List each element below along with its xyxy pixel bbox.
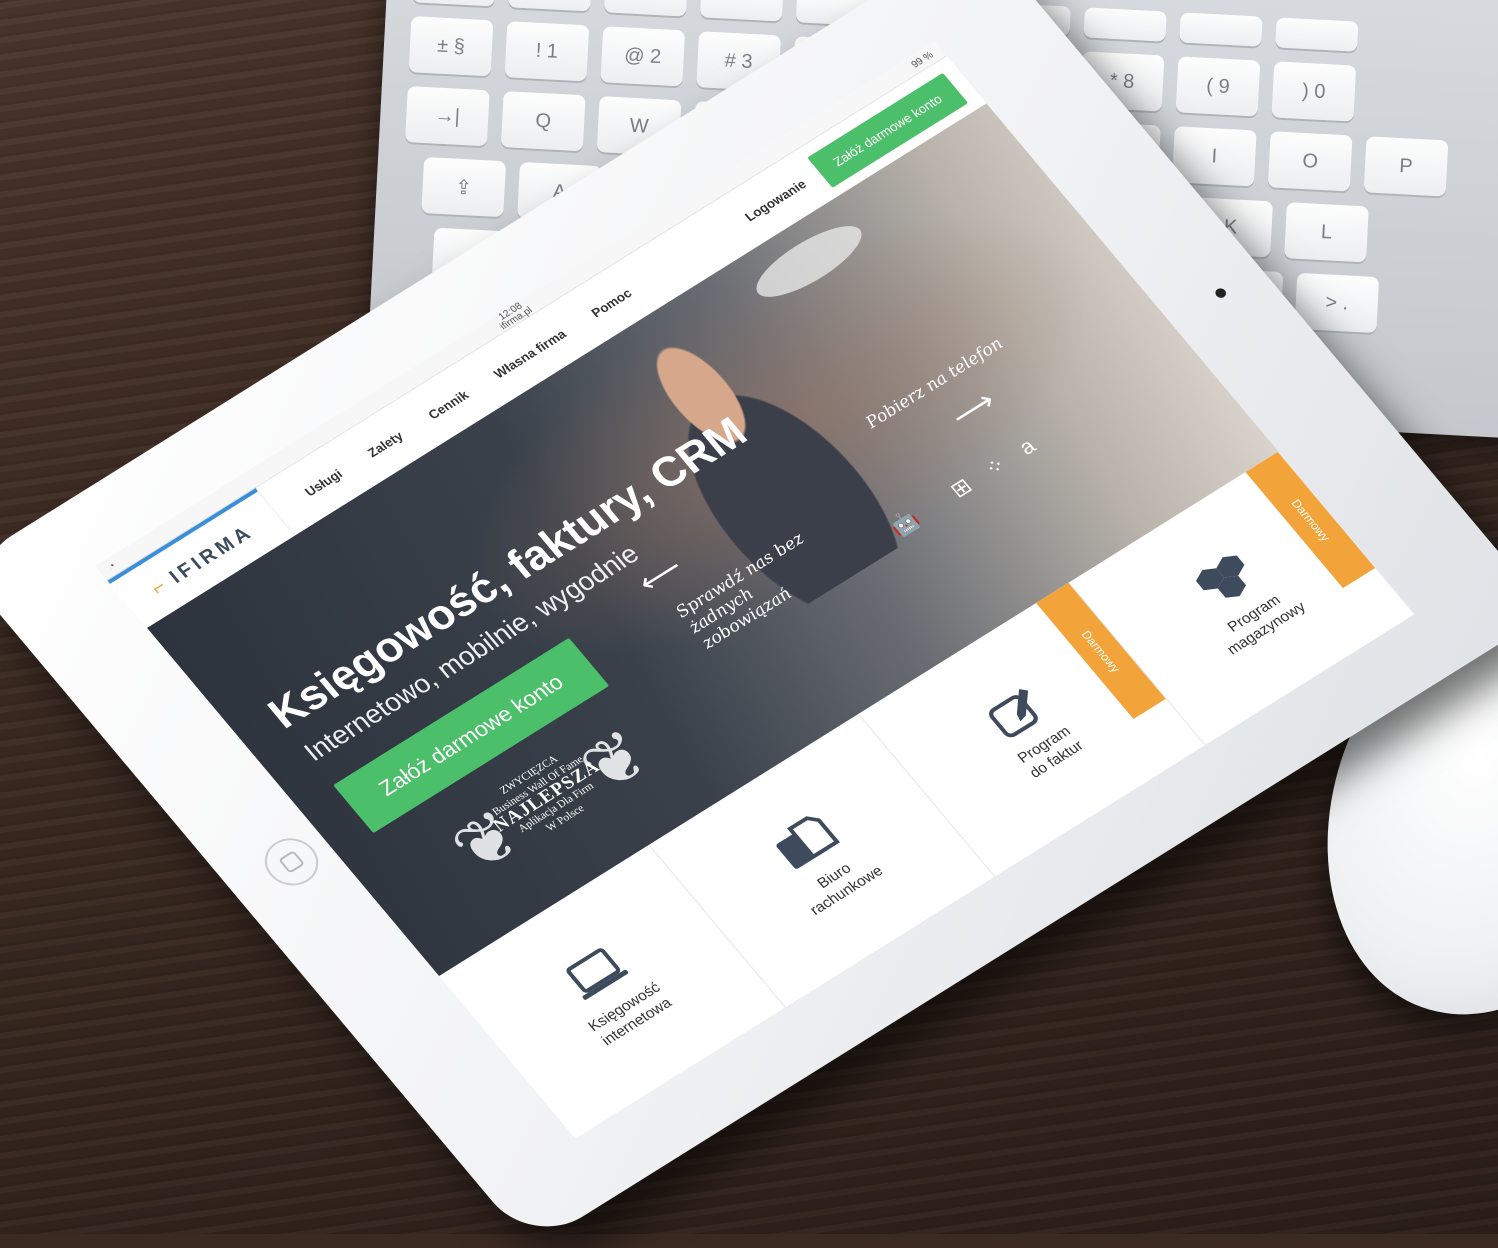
key: L — [1284, 202, 1369, 263]
key: ± § — [408, 16, 494, 77]
amazon-icon[interactable]: a — [1014, 434, 1041, 461]
nav-item-zalety[interactable]: Zalety — [364, 428, 406, 460]
key: Q — [500, 91, 586, 152]
nav-item-cennik[interactable]: Cennik — [425, 387, 471, 422]
key: →| — [404, 86, 490, 147]
home-button[interactable] — [254, 829, 329, 895]
free-badge: Darmowy — [1245, 451, 1376, 589]
key — [604, 0, 688, 17]
key — [699, 0, 784, 22]
apple-icon[interactable] — [926, 495, 943, 515]
wifi-icon: ◔ — [105, 560, 119, 573]
key: ) 0 — [1271, 61, 1357, 122]
front-camera — [1213, 286, 1229, 300]
key: @ 2 — [600, 26, 686, 87]
key — [1083, 7, 1167, 42]
key — [1179, 12, 1263, 47]
nav-item-pomoc[interactable]: Pomoc — [588, 285, 634, 320]
key — [1275, 17, 1359, 52]
key: ( 9 — [1175, 56, 1261, 117]
key: esc — [412, 0, 496, 7]
windows-icon[interactable]: ⊞ — [945, 473, 978, 503]
key — [508, 0, 592, 12]
blackberry-icon[interactable]: ⁘ — [979, 452, 1012, 482]
key: P — [1363, 136, 1449, 197]
arrow-right-icon: ⟶ — [944, 385, 1003, 434]
login-link[interactable]: Logowanie — [742, 176, 809, 224]
key: O — [1267, 131, 1353, 192]
key: ⇪ — [421, 156, 507, 218]
key: ! 1 — [504, 21, 590, 82]
nav-item-uslugi[interactable]: Usługi — [302, 466, 345, 499]
